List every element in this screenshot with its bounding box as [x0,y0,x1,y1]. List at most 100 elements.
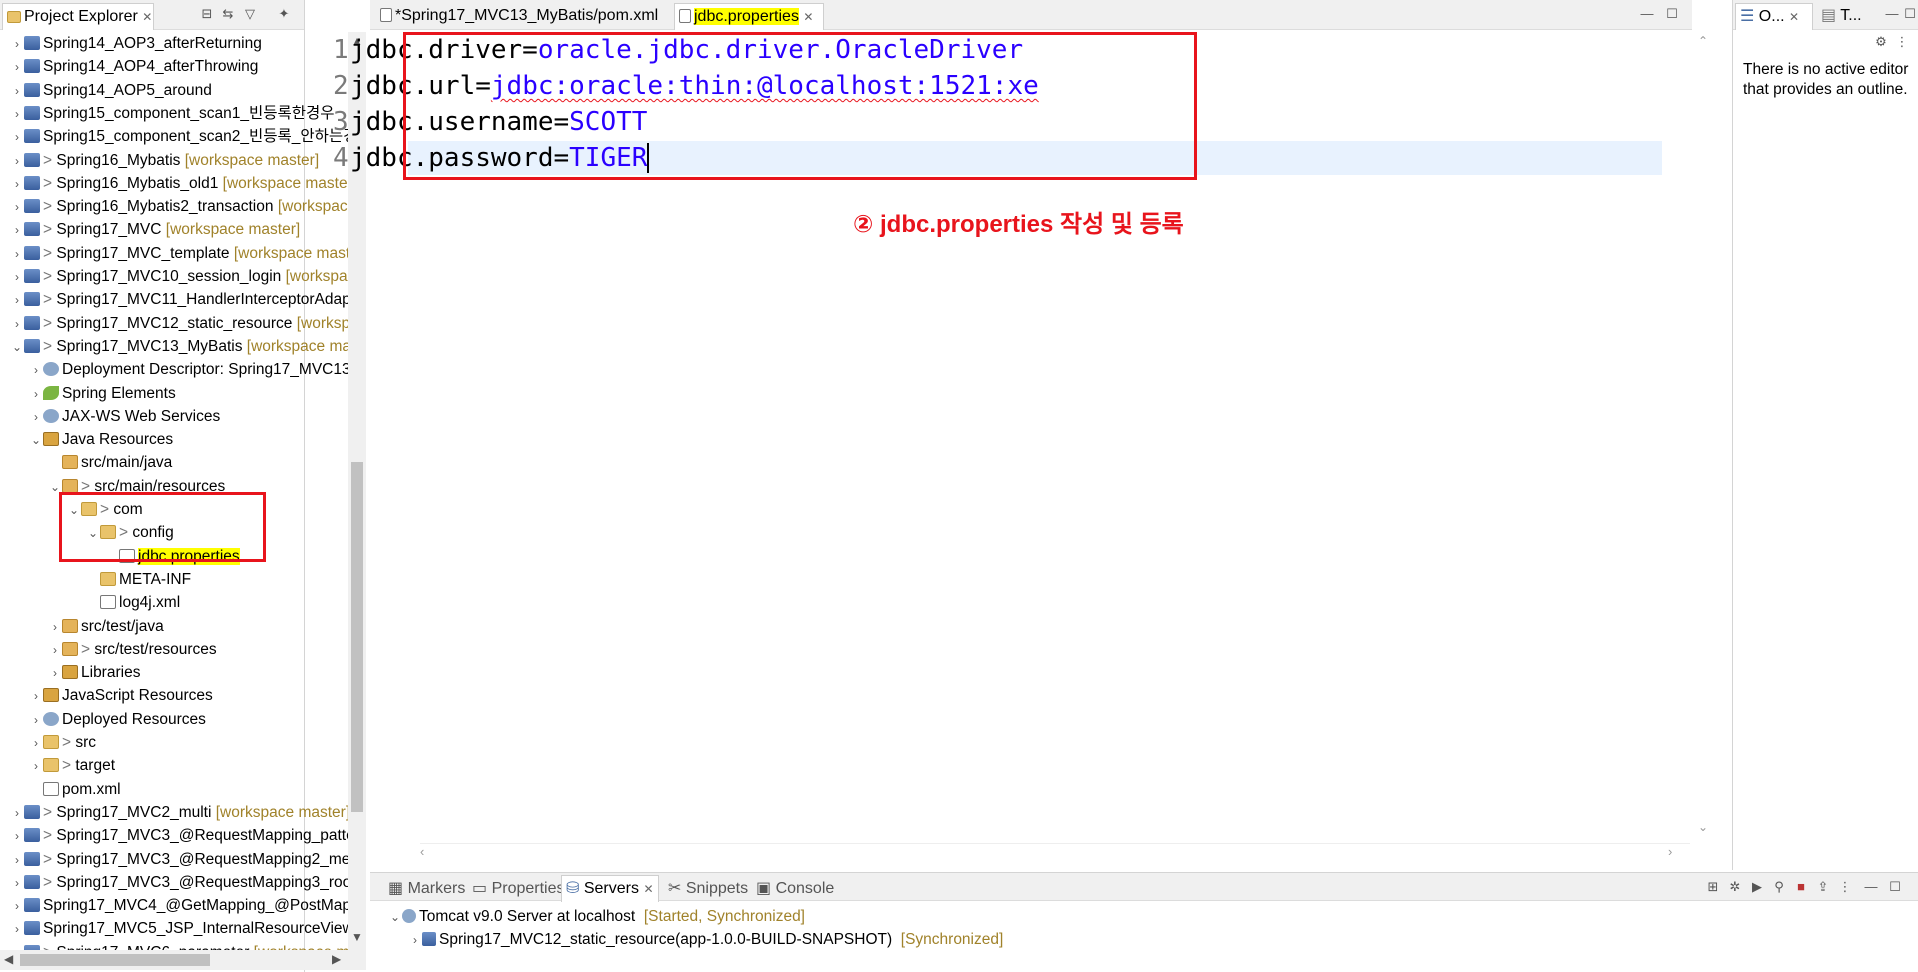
chevron-right-icon[interactable]: › [29,709,43,732]
chevron-right-icon[interactable]: › [29,406,43,429]
chevron-right-icon[interactable]: › [48,662,62,685]
tree-item[interactable]: › > Spring17_MVC2_multi [workspace master… [10,801,350,824]
chevron-right-icon[interactable]: › [10,289,24,312]
chevron-right-icon[interactable]: › [48,616,62,639]
project-explorer-tab[interactable]: Project Explorer ✕ [2,3,154,30]
tree-item[interactable]: › Spring14_AOP5_around [10,79,212,102]
chevron-right-icon[interactable]: › [10,103,24,126]
link-editor-icon[interactable]: ⇆ [219,5,237,23]
tab-servers[interactable]: ⛁ Servers ✕ [561,875,659,902]
chevron-right-icon[interactable]: › [10,895,24,918]
new-icon[interactable]: ✦ [275,5,293,23]
chevron-right-icon[interactable]: › [10,942,24,950]
editor-scroll-down-icon[interactable]: ⌄ [1698,820,1708,834]
collapse-all-icon[interactable]: ⊟ [198,5,216,23]
chevron-right-icon[interactable]: › [48,639,62,662]
chevron-right-icon[interactable]: › [29,359,43,382]
scrollbar-thumb[interactable] [351,462,363,812]
close-icon[interactable]: ✕ [803,10,813,24]
close-icon[interactable]: ✕ [1789,10,1799,24]
tree-item[interactable]: › Spring15_component_scan2_빈등록_안하는경 [10,125,350,148]
tree-item[interactable]: › > Spring17_MVC3_@RequestMapping_patte [10,824,350,847]
tab-task-list[interactable]: ▤ T... [1817,3,1877,30]
chevron-right-icon[interactable]: › [29,755,43,778]
tree-item[interactable]: ⌄ > Spring17_MVC13_MyBatis [workspace mas [10,335,350,358]
chevron-down-icon[interactable]: ⌄ [29,429,43,452]
chevron-right-icon[interactable]: › [10,150,24,173]
chevron-right-icon[interactable]: › [10,802,24,825]
tree-item[interactable]: › > Spring17_MVC10_session_login [workspa… [10,265,350,288]
tree-item[interactable]: › Spring15_component_scan1_빈등록한경우 [10,102,335,125]
tree-item[interactable]: › Libraries [48,661,140,684]
tab-pom-xml[interactable]: *Spring17_MVC13_MyBatis/pom.xml [376,3,666,30]
tree-item[interactable]: › > Spring17_MVC3_@RequestMapping2_meth [10,848,350,871]
editor-scroll-right-icon[interactable]: › [1668,844,1672,859]
tree-item[interactable]: › Spring Elements [29,382,176,405]
tree-item[interactable]: › > Spring16_Mybatis2_transaction [worksp… [10,195,350,218]
chevron-right-icon[interactable]: › [10,243,24,266]
tree-item[interactable]: › JavaScript Resources [29,684,213,707]
close-icon[interactable]: ✕ [643,882,653,896]
chevron-right-icon[interactable]: › [29,383,43,406]
editor-horizontal-scrollbar[interactable]: ‹ › [420,843,1690,861]
maximize-icon[interactable]: ☐ [1901,5,1918,23]
tree-item[interactable]: › Deployed Resources [29,708,206,731]
tree-item[interactable]: › > src/test/resources [48,638,217,661]
tree-item[interactable]: › > src [29,731,96,754]
expand-icon[interactable]: › [408,930,422,950]
publish-icon[interactable]: ⇪ [1814,878,1832,896]
chevron-right-icon[interactable]: › [10,825,24,848]
tree-item[interactable]: pom.xml [29,778,121,801]
chevron-down-icon[interactable]: ⌄ [10,336,24,359]
chevron-right-icon[interactable]: › [10,196,24,219]
tree-item[interactable]: › > Spring17_MVC12_static_resource [works… [10,312,350,335]
tree-item[interactable]: ›> Spring17_MVC6_parameter [workspace ma… [10,941,350,950]
tree-item[interactable]: › > Spring17_MVC3_@RequestMapping3_root [10,871,350,894]
scroll-down-icon[interactable]: ▼ [351,930,363,944]
chevron-right-icon[interactable]: › [10,126,24,149]
view-menu-icon[interactable]: ⋮ [1836,878,1854,896]
tree-item[interactable]: › > target [29,754,115,777]
tab-console[interactable]: ▣ Console [752,876,838,903]
maximize-icon[interactable]: ☐ [1663,5,1681,23]
tree-item[interactable]: ⌄ Java Resources [29,428,173,451]
tab-outline[interactable]: ☰ O... ✕ [1735,3,1813,30]
new-server-icon[interactable]: ⊞ [1704,878,1722,896]
tree-item[interactable]: › > Spring17_MVC_template [workspace mast… [10,242,350,265]
minimize-icon[interactable]: — [1883,5,1901,23]
chevron-right-icon[interactable]: › [10,872,24,895]
tree-item[interactable]: › Spring14_AOP4_afterThrowing [10,55,258,78]
tab-markers[interactable]: ▦ Markers [384,876,469,903]
chevron-right-icon[interactable]: › [10,266,24,289]
server-row[interactable]: ⌄ Tomcat v9.0 Server at localhost [Starte… [388,907,805,927]
close-icon[interactable]: ✕ [142,10,152,24]
tab-properties[interactable]: ▭ Properties [468,876,569,903]
outline-settings-icon[interactable]: ⚙ [1872,33,1890,51]
minimize-icon[interactable]: — [1862,878,1880,896]
tree-item[interactable]: › Spring14_AOP3_afterReturning [10,32,262,55]
chevron-right-icon[interactable]: › [10,173,24,196]
editor-scroll-up-icon[interactable]: ⌃ [1698,34,1708,48]
tree-item[interactable]: log4j.xml [86,591,180,614]
tree-item[interactable]: META-INF [86,568,191,591]
tree-item[interactable]: › > Spring16_Mybatis [workspace master] [10,149,319,172]
tree-item[interactable]: › > Spring17_MVC11_HandlerInterceptorAdap [10,288,350,311]
chevron-right-icon[interactable]: › [29,732,43,755]
chevron-right-icon[interactable]: › [10,313,24,336]
module-row[interactable]: › Spring17_MVC12_static_resource(app-1.0.… [408,930,1003,950]
chevron-right-icon[interactable]: › [10,219,24,242]
profile-icon[interactable]: ⚲ [1770,878,1788,896]
editor-scroll-left-icon[interactable]: ‹ [420,844,424,859]
scroll-left-icon[interactable]: ◀ [4,952,13,966]
tab-jdbc-properties[interactable]: jdbc.properties ✕ [674,3,824,30]
tree-horizontal-scrollbar[interactable]: ◀ ▶ [0,950,366,970]
chevron-right-icon[interactable]: › [10,849,24,872]
stop-icon[interactable]: ■ [1792,878,1810,896]
view-menu-icon[interactable]: ⋮ [1893,33,1911,51]
tree-item[interactable]: › JAX-WS Web Services [29,405,220,428]
start-icon[interactable]: ▶ [1748,878,1766,896]
tree-item[interactable]: › > Spring17_MVC [workspace master] [10,218,300,241]
tree-item[interactable]: › Spring17_MVC5_JSP_InternalResourceViewR… [10,917,350,940]
debug-icon[interactable]: ✲ [1726,878,1744,896]
chevron-right-icon[interactable]: › [10,33,24,56]
